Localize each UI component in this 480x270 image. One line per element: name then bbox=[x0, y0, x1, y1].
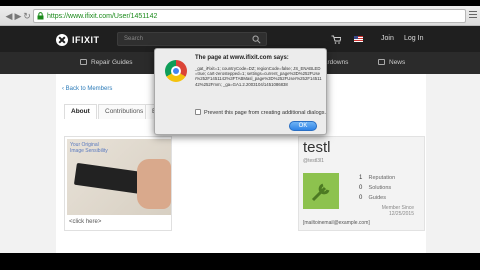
hand-image bbox=[137, 159, 171, 209]
browser-menu-icon[interactable] bbox=[469, 11, 477, 19]
site-logo[interactable]: IFIXIT bbox=[72, 35, 100, 45]
ok-button[interactable]: OK bbox=[289, 121, 317, 131]
wrench-avatar-icon bbox=[311, 183, 330, 202]
us-flag-icon[interactable] bbox=[354, 36, 363, 42]
ifixit-logo-icon[interactable] bbox=[56, 34, 68, 46]
stat-value: 1 bbox=[359, 175, 363, 181]
tab-about[interactable]: About bbox=[64, 104, 97, 119]
profile-username: testl bbox=[303, 139, 331, 156]
tab-contributions[interactable]: Contributions bbox=[98, 104, 151, 119]
back-to-members-link[interactable]: ‹ Back to Members bbox=[62, 86, 112, 92]
search-placeholder: Search bbox=[124, 36, 144, 42]
about-card: Your Original Image Sensibility <click h… bbox=[64, 136, 172, 231]
url-text: https://www.ifixit.com/User/1451142 bbox=[47, 13, 158, 20]
reload-icon[interactable]: ↻ bbox=[22, 11, 32, 21]
news-icon bbox=[378, 59, 385, 65]
photo-caption: Your Original Image Sensibility bbox=[70, 142, 108, 154]
cart-icon[interactable] bbox=[331, 35, 341, 44]
search-icon[interactable] bbox=[252, 35, 261, 44]
stat-value: 0 bbox=[359, 185, 363, 191]
click-here-link[interactable]: <click here> bbox=[69, 219, 101, 225]
browser-window: ◀ ▶ ↻ https://www.ifixit.com/User/145114… bbox=[0, 6, 480, 253]
stat-value: 0 bbox=[359, 195, 363, 201]
stat-label: Guides bbox=[368, 195, 386, 201]
nav-repair-guides[interactable]: Repair Guides bbox=[80, 59, 133, 66]
stat-guides: 0 Guides bbox=[359, 195, 386, 201]
stat-reputation: 1 Reputation bbox=[359, 175, 395, 181]
dialog-message: _gat_iFixit=1; countryCode=DZ; regionCod… bbox=[195, 66, 322, 87]
browser-toolbar: ◀ ▶ ↻ https://www.ifixit.com/User/145114… bbox=[0, 6, 480, 26]
lock-icon bbox=[37, 12, 44, 20]
dialog-title: The page at www.ifixit.com says: bbox=[195, 55, 289, 61]
prevent-dialogs-label: Prevent this page from creating addition… bbox=[204, 110, 326, 116]
search-input[interactable]: Search bbox=[117, 32, 267, 46]
prevent-dialogs-option[interactable]: Prevent this page from creating addition… bbox=[195, 109, 326, 116]
avatar[interactable] bbox=[303, 173, 339, 209]
stat-label: Solutions bbox=[368, 185, 392, 191]
stat-label: Reputation bbox=[368, 175, 396, 181]
stat-solutions: 0 Solutions bbox=[359, 185, 391, 191]
member-since-date: 12/25/2015 bbox=[388, 211, 414, 217]
wrench-icon bbox=[80, 59, 87, 65]
prevent-dialogs-checkbox[interactable] bbox=[195, 109, 201, 115]
nav-label: News bbox=[389, 59, 406, 66]
profile-email: [mailtoinemail@example.com] bbox=[303, 220, 370, 226]
screen: ◀ ▶ ↻ https://www.ifixit.com/User/145114… bbox=[0, 0, 480, 270]
js-alert-dialog: The page at www.ifixit.com says: _gat_iF… bbox=[154, 48, 327, 135]
join-link[interactable]: Join bbox=[381, 35, 394, 42]
profile-handle: @testl3l1 bbox=[303, 158, 324, 164]
about-photo[interactable]: Your Original Image Sensibility bbox=[67, 139, 171, 215]
chrome-logo-icon bbox=[165, 60, 187, 82]
address-bar[interactable]: https://www.ifixit.com/User/1451142 bbox=[33, 9, 466, 23]
profile-card: testl @testl3l1 1 Reputation 0 Solutions… bbox=[298, 136, 425, 231]
nav-label: Repair Guides bbox=[91, 59, 133, 66]
nav-news[interactable]: News bbox=[378, 59, 405, 66]
login-link[interactable]: Log In bbox=[404, 35, 423, 42]
